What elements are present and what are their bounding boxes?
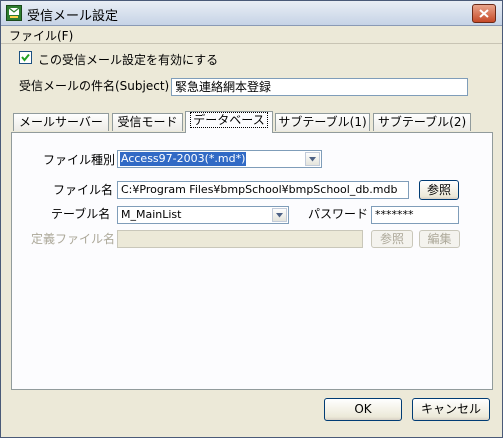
definition-file-label: 定義ファイル名 bbox=[31, 232, 116, 246]
window-title: 受信メール設定 bbox=[27, 9, 119, 24]
tab-label: サブテーブル(2) bbox=[377, 115, 467, 129]
edit-button: 編集 bbox=[419, 230, 460, 248]
file-type-label: ファイル種別 bbox=[43, 153, 116, 167]
enable-checkbox[interactable] bbox=[19, 51, 32, 64]
menu-bar: ファイル(F) bbox=[1, 26, 502, 44]
ok-button[interactable]: OK bbox=[324, 398, 402, 421]
file-type-value: Access97-2003(*.md*) bbox=[120, 152, 247, 166]
password-input[interactable]: ******* bbox=[371, 206, 459, 224]
dropdown-arrow[interactable] bbox=[305, 152, 320, 166]
definition-file-input bbox=[117, 230, 363, 248]
table-name-select[interactable]: M_MainList bbox=[117, 206, 289, 224]
tab-label: サブテーブル(1) bbox=[278, 115, 367, 129]
definition-browse-button: 参照 bbox=[371, 230, 413, 248]
tab-label: 受信モード bbox=[117, 115, 178, 129]
menu-file[interactable]: ファイル(F) bbox=[9, 27, 73, 44]
chevron-down-icon bbox=[309, 157, 316, 162]
file-name-input[interactable]: C:¥Program Files¥bmpSchool¥bmpSchool_db.… bbox=[117, 181, 409, 199]
tab-subtable-1[interactable]: サブテーブル(1) bbox=[275, 113, 370, 131]
tab-database[interactable]: データベース bbox=[185, 111, 273, 133]
title-bar[interactable]: 受信メール設定 bbox=[1, 1, 502, 26]
chevron-down-icon bbox=[276, 213, 283, 218]
table-name-value: M_MainList bbox=[121, 208, 182, 221]
tab-mail-server[interactable]: メールサーバー bbox=[13, 113, 109, 131]
subject-input[interactable]: 緊急連絡網本登録 bbox=[171, 78, 468, 96]
dialog-window: 受信メール設定 ファイル(F) この受信メール設定を有効にする 受信メールの件名… bbox=[0, 0, 503, 438]
checkmark-icon bbox=[21, 53, 30, 62]
close-button[interactable] bbox=[472, 4, 496, 23]
password-label: パスワード bbox=[308, 207, 369, 221]
enable-label: この受信メール設定を有効にする bbox=[38, 53, 219, 67]
cancel-button[interactable]: キャンセル bbox=[412, 398, 490, 421]
subject-label: 受信メールの件名(Subject) bbox=[19, 79, 170, 93]
close-icon bbox=[479, 9, 489, 18]
browse-button[interactable]: 参照 bbox=[419, 180, 459, 200]
database-panel bbox=[11, 132, 493, 390]
tab-label: メールサーバー bbox=[19, 115, 103, 129]
tab-subtable-2[interactable]: サブテーブル(2) bbox=[373, 113, 471, 131]
app-icon bbox=[6, 5, 22, 21]
dropdown-arrow[interactable] bbox=[272, 208, 287, 222]
table-name-label: テーブル名 bbox=[51, 207, 111, 221]
tab-strip: メールサーバー 受信モード データベース サブテーブル(1) サブテーブル(2) bbox=[11, 111, 493, 133]
tab-label: データベース bbox=[190, 112, 268, 128]
file-type-select[interactable]: Access97-2003(*.md*) bbox=[117, 150, 322, 168]
file-name-label: ファイル名 bbox=[53, 183, 114, 197]
tab-receive-mode[interactable]: 受信モード bbox=[112, 113, 183, 131]
